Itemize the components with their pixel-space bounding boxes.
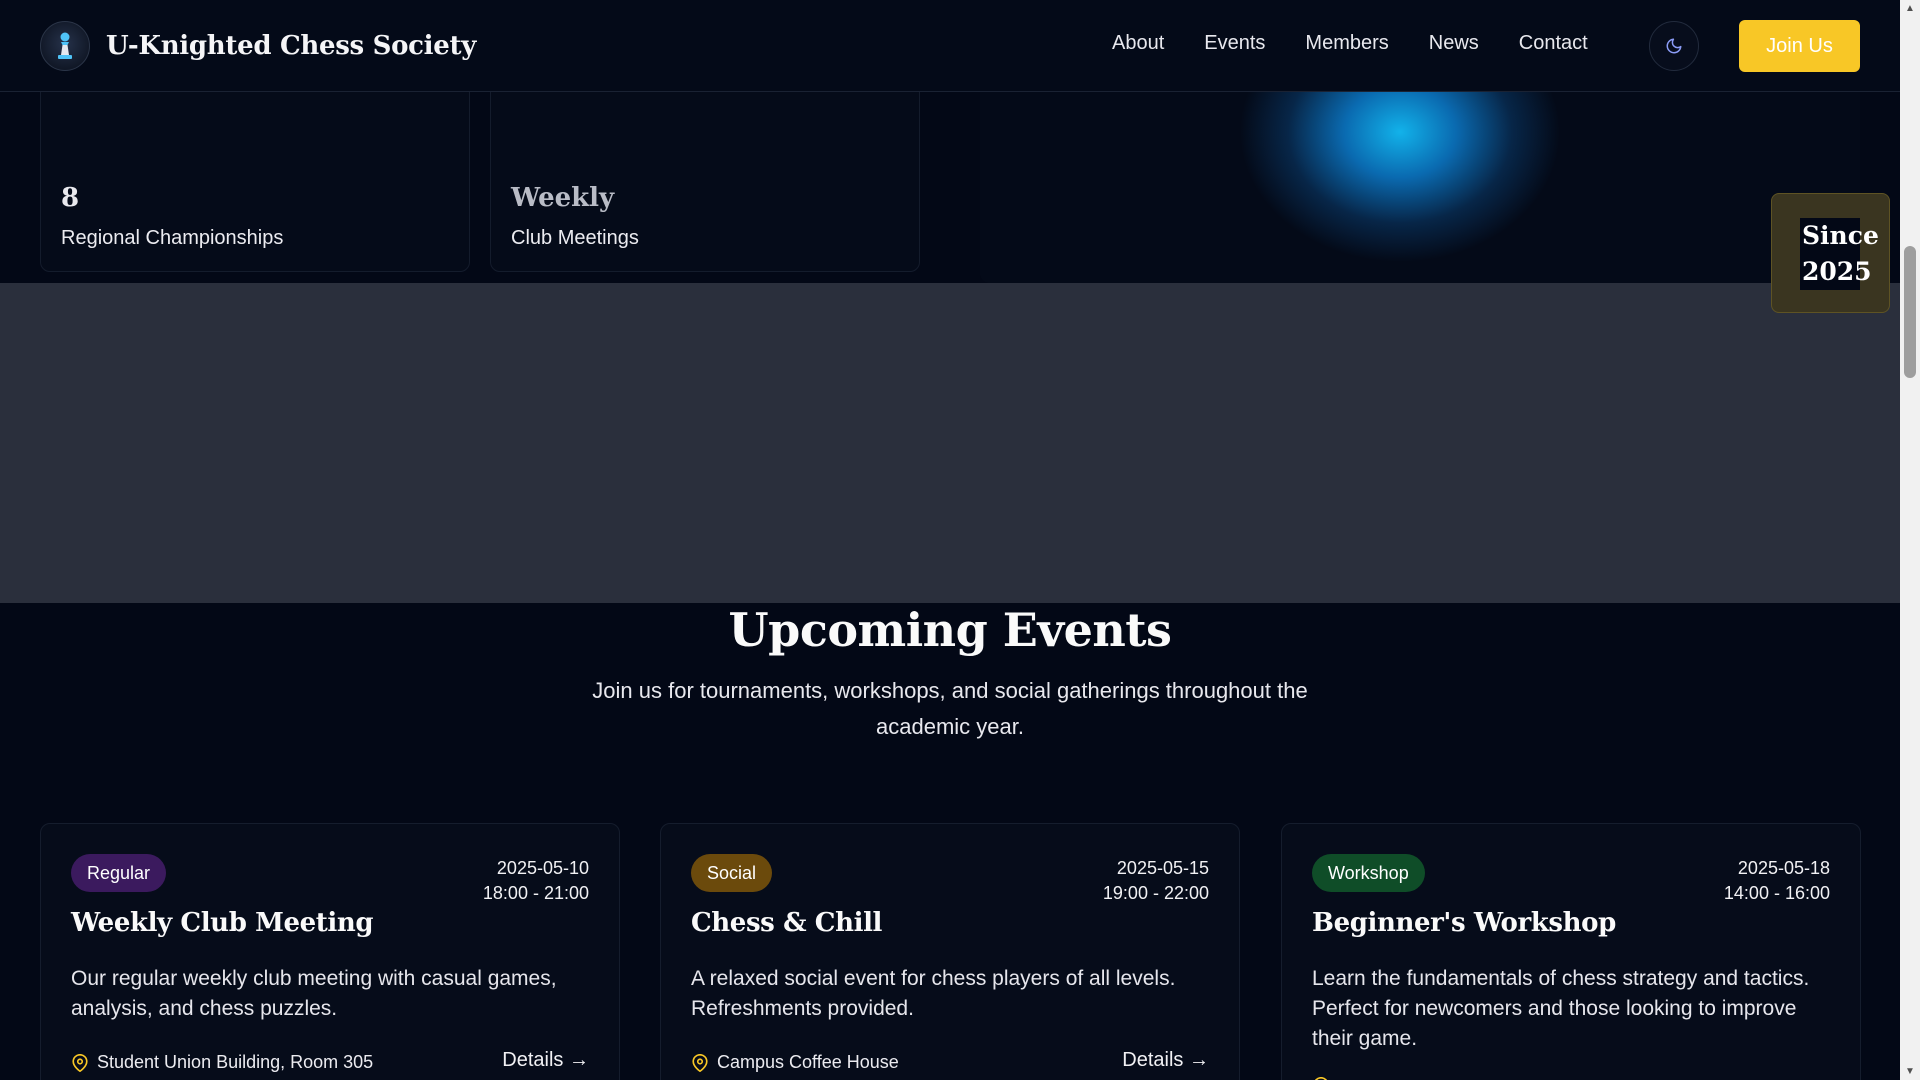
event-time: 19:00 - 22:00 bbox=[1102, 883, 1209, 903]
event-details-link[interactable]: Details → bbox=[502, 1049, 589, 1072]
map-pin-icon bbox=[72, 1053, 88, 1072]
nav-link-events[interactable]: Events bbox=[1204, 32, 1265, 55]
event-card: Workshop 2025-05-18 14:00 - 16:00 Beginn… bbox=[1281, 823, 1861, 1080]
chess-pawn-icon bbox=[40, 21, 90, 71]
nav-link-members[interactable]: Members bbox=[1305, 32, 1388, 55]
brand-name: U-Knighted Chess Society bbox=[106, 31, 477, 61]
event-tag-badge: Social bbox=[691, 854, 773, 892]
event-title: Weekly Club Meeting bbox=[71, 908, 374, 938]
event-location-text: Student Union Building, Room 305 bbox=[97, 1052, 374, 1072]
event-location: Student Union Building, Room 305 bbox=[71, 1052, 373, 1073]
page-scrollbar[interactable]: ▲ ▼ bbox=[1900, 0, 1920, 1080]
map-pin-icon bbox=[692, 1053, 708, 1072]
since-badge: Since 2025 bbox=[1771, 193, 1890, 313]
scroll-up-arrow-icon[interactable]: ▲ bbox=[1900, 0, 1920, 17]
event-time: 14:00 - 16:00 bbox=[1723, 883, 1830, 903]
events-section: Upcoming Events Join us for tournaments,… bbox=[0, 603, 1900, 1080]
nav-links: About Events Members News Contact bbox=[1112, 32, 1588, 55]
hero-section: 8 Regional Championships Weekly Club Mee… bbox=[0, 92, 1900, 283]
events-title: Upcoming Events bbox=[728, 603, 1172, 657]
event-title: Beginner's Workshop bbox=[1312, 908, 1616, 938]
event-location-text: Campus Coffee House bbox=[717, 1052, 899, 1072]
navbar: U-Knighted Chess Society About Events Me… bbox=[0, 0, 1900, 92]
section-divider-band bbox=[0, 283, 1900, 603]
nav-link-contact[interactable]: Contact bbox=[1519, 32, 1588, 55]
event-details-link[interactable]: Details → bbox=[1122, 1049, 1209, 1072]
event-description: A relaxed social event for chess players… bbox=[691, 967, 1176, 1020]
stat-label: Club Meetings bbox=[511, 227, 639, 249]
event-location: Campus Coffee House bbox=[691, 1052, 899, 1073]
event-time: 18:00 - 21:00 bbox=[482, 883, 589, 903]
event-date: 2025-05-10 bbox=[496, 858, 589, 878]
since-badge-text: Since 2025 bbox=[1800, 218, 1879, 290]
event-card: Social 2025-05-15 19:00 - 22:00 Chess & … bbox=[660, 823, 1240, 1080]
event-title: Chess & Chill bbox=[691, 908, 883, 938]
theme-toggle-button[interactable] bbox=[1649, 21, 1699, 71]
event-tag-badge: Workshop bbox=[1312, 854, 1425, 892]
event-card: Regular 2025-05-10 18:00 - 21:00 Weekly … bbox=[40, 823, 620, 1080]
stat-card: 8 Regional Championships bbox=[40, 92, 470, 272]
stat-label: Regional Championships bbox=[61, 227, 284, 249]
event-date: 2025-05-15 bbox=[1116, 858, 1209, 878]
stat-card: Weekly Club Meetings bbox=[490, 92, 920, 272]
events-subtitle: Join us for tournaments, workshops, and … bbox=[592, 678, 1308, 739]
stat-value: 8 bbox=[61, 183, 80, 213]
event-description: Learn the fundamentals of chess strategy… bbox=[1312, 967, 1810, 1050]
nav-link-news[interactable]: News bbox=[1429, 32, 1479, 55]
event-tag-badge: Regular bbox=[71, 854, 167, 892]
event-description: Our regular weekly club meeting with cas… bbox=[71, 967, 557, 1020]
scrollbar-thumb[interactable] bbox=[1904, 246, 1916, 378]
event-datetime: 2025-05-18 14:00 - 16:00 bbox=[1724, 856, 1830, 906]
nav-link-about[interactable]: About bbox=[1112, 32, 1164, 55]
scroll-down-arrow-icon[interactable]: ▼ bbox=[1900, 1063, 1920, 1080]
hero-image bbox=[980, 92, 1860, 283]
stat-value: Weekly bbox=[511, 183, 615, 213]
moon-icon bbox=[1666, 38, 1682, 54]
join-us-button[interactable]: Join Us bbox=[1739, 20, 1860, 72]
event-datetime: 2025-05-15 19:00 - 22:00 bbox=[1103, 856, 1209, 906]
brand-logo-link[interactable]: U-Knighted Chess Society bbox=[40, 21, 476, 71]
event-date: 2025-05-18 bbox=[1737, 858, 1830, 878]
event-datetime: 2025-05-10 18:00 - 21:00 bbox=[483, 856, 589, 906]
